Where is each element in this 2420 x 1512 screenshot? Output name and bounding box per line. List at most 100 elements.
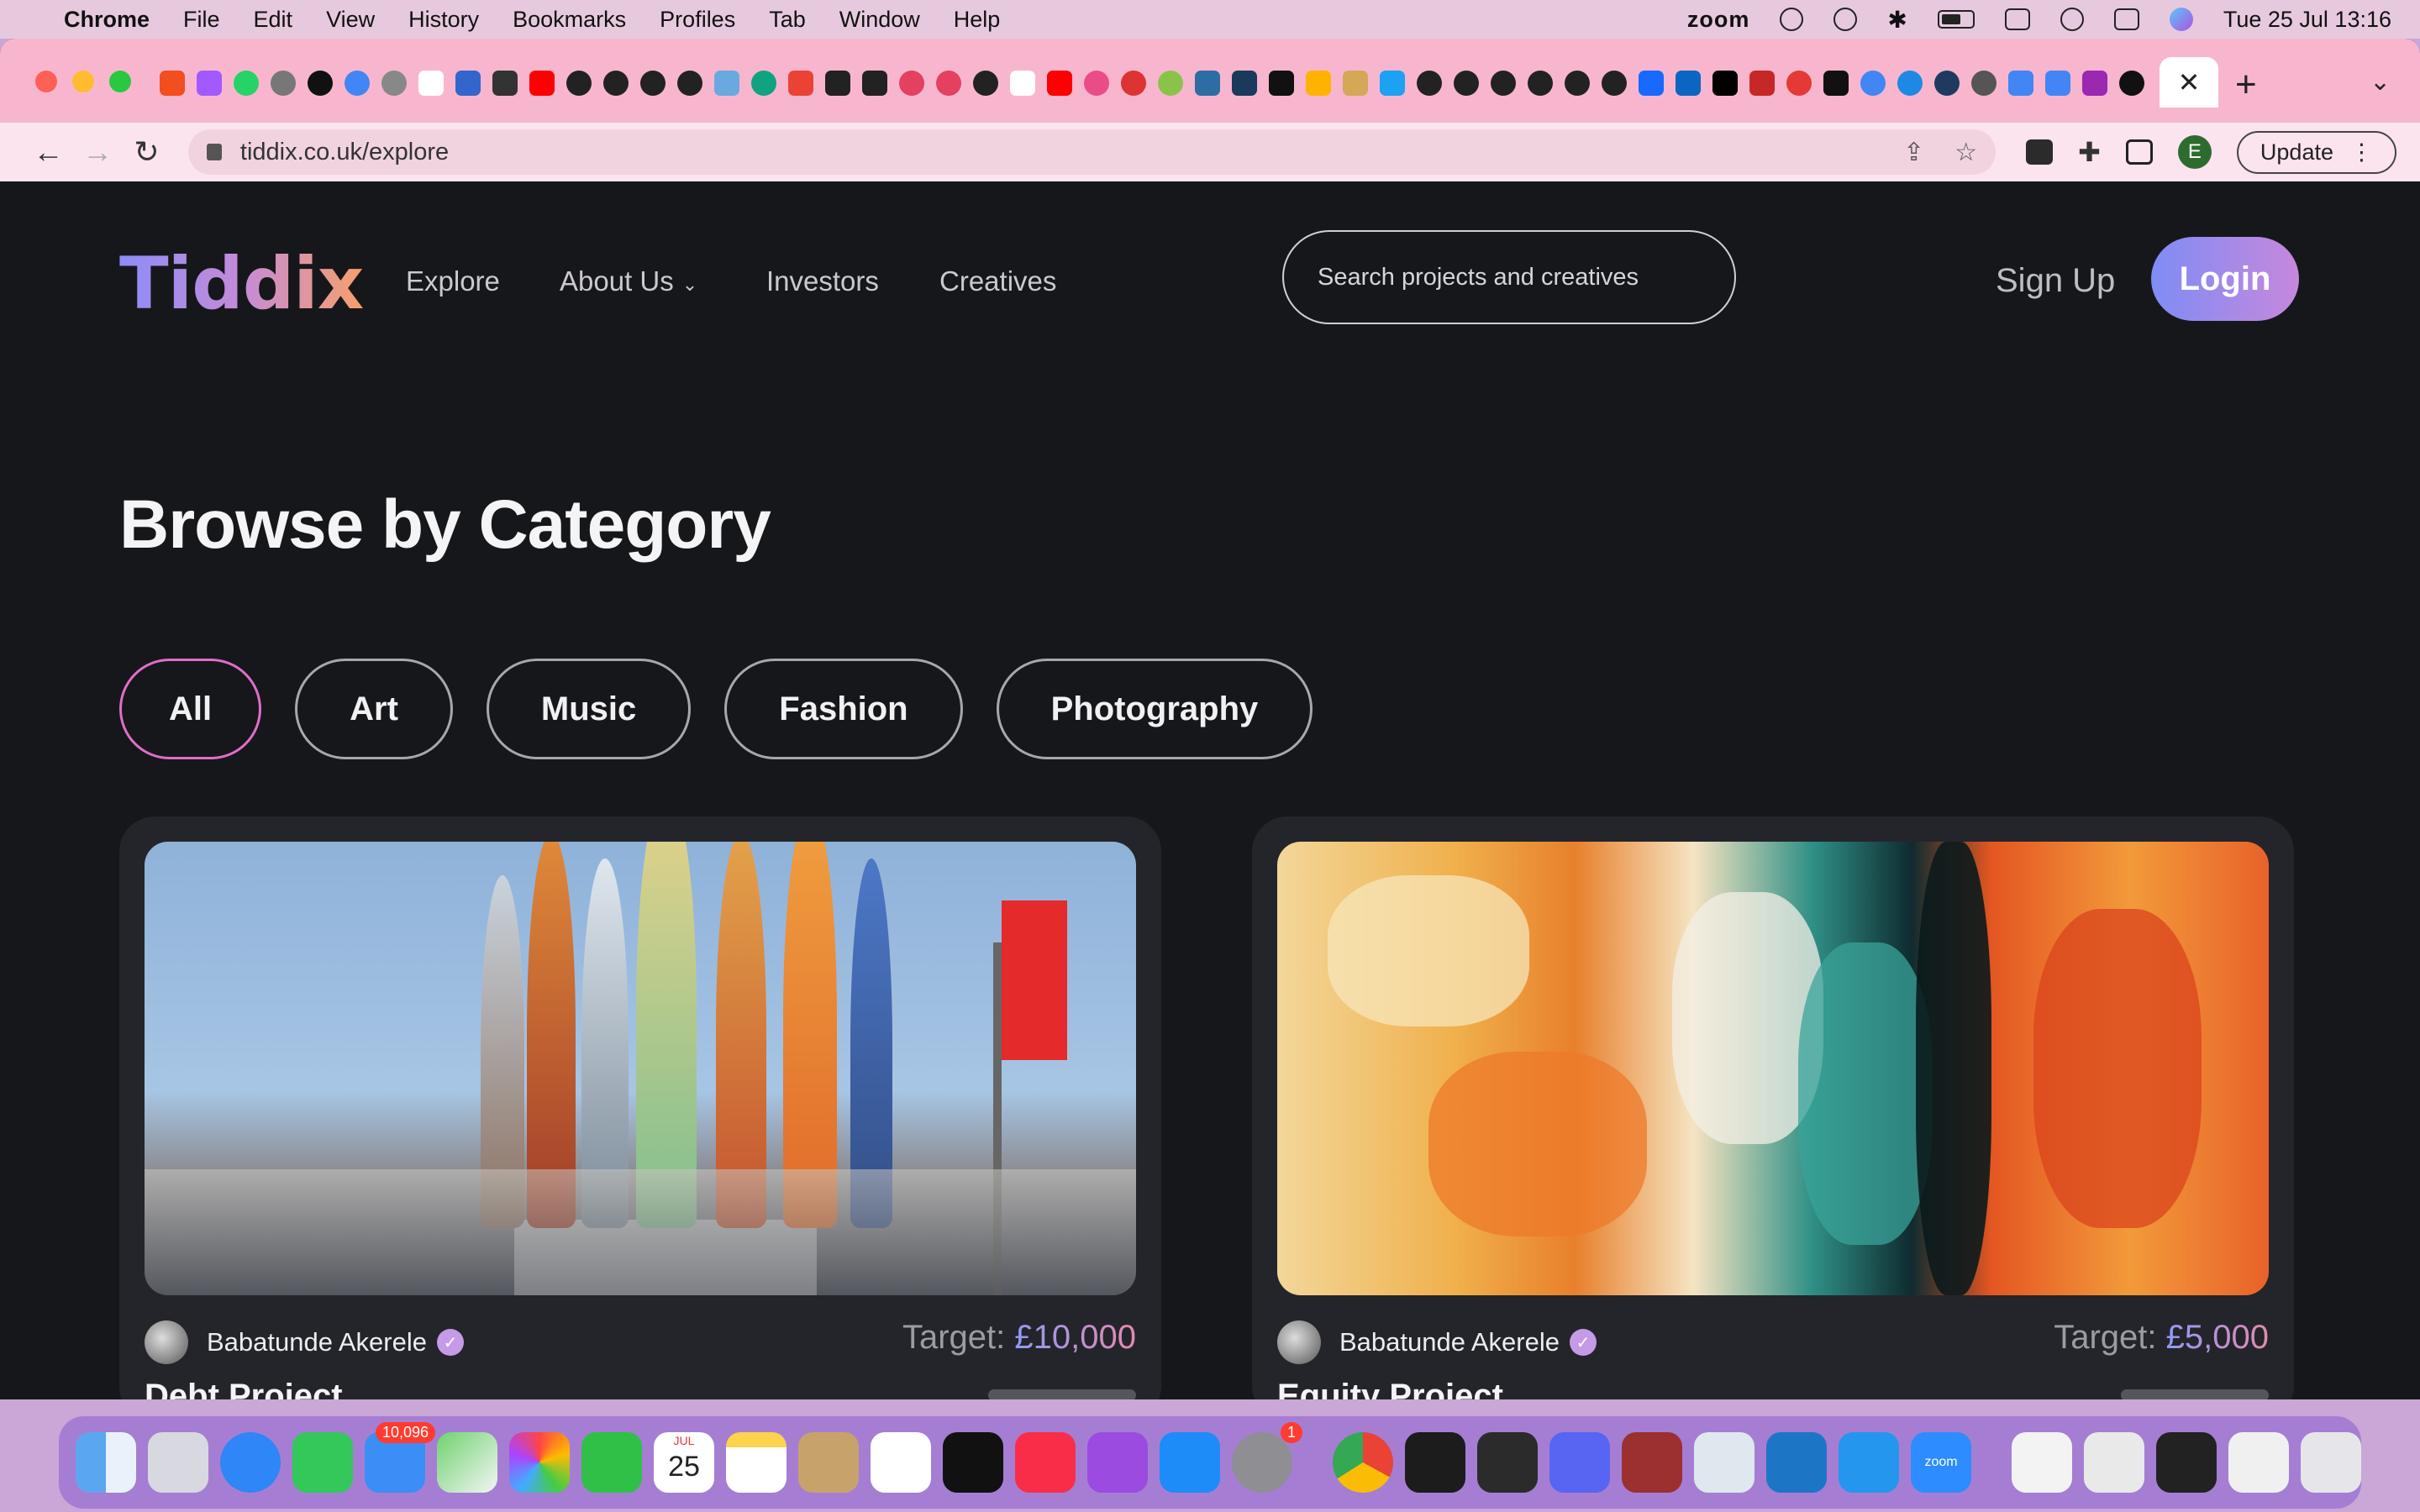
menu-help[interactable]: Help: [954, 7, 1001, 33]
tab-favicon[interactable]: [603, 71, 629, 96]
finder-icon[interactable]: [76, 1432, 136, 1493]
project-image[interactable]: [1277, 842, 2269, 1295]
project-title[interactable]: Debt Project: [145, 1378, 343, 1399]
side-panel-icon[interactable]: [2125, 139, 2153, 165]
address-bar[interactable]: tiddix.co.uk/explore ⇪ ☆: [187, 129, 1996, 175]
tab-favicon[interactable]: [1786, 71, 1812, 96]
photos-icon[interactable]: [509, 1432, 570, 1493]
app-store-icon[interactable]: [1160, 1432, 1220, 1493]
avatar[interactable]: [145, 1320, 188, 1364]
category-chip-fashion[interactable]: Fashion: [724, 659, 963, 759]
tab-favicon[interactable]: [308, 71, 333, 96]
bookmark-star-icon[interactable]: ☆: [1954, 138, 1977, 167]
category-chip-music[interactable]: Music: [486, 659, 692, 759]
menubar-clock[interactable]: Tue 25 Jul 13:16: [2223, 7, 2391, 33]
chrome-icon[interactable]: [1333, 1432, 1393, 1493]
tab-favicon[interactable]: [1306, 71, 1331, 96]
tab-favicon[interactable]: [788, 71, 813, 96]
new-tab-button[interactable]: +: [2235, 64, 2257, 106]
tab-favicon[interactable]: [1158, 71, 1183, 96]
tab-favicon[interactable]: [1343, 71, 1368, 96]
minimize-window-button[interactable]: [72, 71, 94, 92]
tab-favicon[interactable]: [1749, 71, 1775, 96]
menu-bookmarks[interactable]: Bookmarks: [513, 7, 626, 33]
nav-explore[interactable]: Explore: [406, 265, 500, 297]
siri-icon[interactable]: [2169, 8, 2193, 31]
document-stack-icon[interactable]: [2012, 1432, 2072, 1493]
control-center-icon[interactable]: [2113, 8, 2139, 30]
share-icon[interactable]: ⇪: [1903, 138, 1924, 167]
tab-favicon[interactable]: [1934, 71, 1960, 96]
zoom-icon[interactable]: zoom: [1911, 1432, 1971, 1493]
apple-tv-icon[interactable]: [943, 1432, 1003, 1493]
launchpad-icon[interactable]: [148, 1432, 208, 1493]
tab-favicon[interactable]: [492, 71, 518, 96]
tab-favicon[interactable]: [1010, 71, 1035, 96]
creator-name[interactable]: Babatunde Akerele: [1339, 1327, 1560, 1357]
document-stack-icon[interactable]: [2084, 1432, 2144, 1493]
menu-app-name[interactable]: Chrome: [64, 7, 150, 33]
maps-icon[interactable]: [437, 1432, 497, 1493]
tab-favicon[interactable]: [1639, 71, 1664, 96]
tab-favicon[interactable]: [899, 71, 924, 96]
puzzle-extensions-icon[interactable]: ✚: [2078, 136, 2101, 168]
profile-avatar[interactable]: E: [2177, 135, 2212, 169]
back-arrow-icon[interactable]: ←: [24, 134, 73, 170]
battery-icon[interactable]: [1937, 10, 1975, 29]
contacts-icon[interactable]: [798, 1432, 859, 1493]
dictionary-icon[interactable]: [1622, 1432, 1682, 1493]
tab-favicon[interactable]: [1269, 71, 1294, 96]
tab-favicon[interactable]: [2119, 71, 2144, 96]
tab-favicon[interactable]: [1565, 71, 1590, 96]
project-card[interactable]: Babatunde Akerele ✓ Target: £5,000 Equit…: [1252, 816, 2294, 1399]
close-tab-icon[interactable]: ✕: [2178, 66, 2201, 98]
tab-favicon[interactable]: [1454, 71, 1479, 96]
link-icon[interactable]: [2004, 8, 2030, 30]
tab-favicon[interactable]: [751, 71, 776, 96]
avatar[interactable]: [1277, 1320, 1321, 1364]
terminal-icon[interactable]: [1405, 1432, 1465, 1493]
tiddix-logo[interactable]: Tiddix: [119, 242, 364, 326]
tab-favicon[interactable]: [566, 71, 592, 96]
tab-favicon[interactable]: [640, 71, 666, 96]
trash-icon[interactable]: [2301, 1432, 2361, 1493]
creator-name[interactable]: Babatunde Akerele: [207, 1327, 427, 1357]
tab-search-chevron-icon[interactable]: ⌄: [2370, 67, 2391, 97]
active-tab[interactable]: ✕: [2160, 57, 2218, 108]
podcasts-icon[interactable]: [1087, 1432, 1148, 1493]
timer-icon[interactable]: [1780, 8, 1804, 31]
category-chip-photography[interactable]: Photography: [996, 659, 1313, 759]
tab-favicon[interactable]: [271, 71, 296, 96]
tab-favicon[interactable]: [197, 71, 222, 96]
spotlight-search-icon[interactable]: [2060, 8, 2084, 31]
menu-file[interactable]: File: [183, 7, 220, 33]
sign-up-link[interactable]: Sign Up: [1996, 262, 2115, 300]
tab-favicon[interactable]: [973, 71, 998, 96]
tab-favicon[interactable]: [714, 71, 739, 96]
tab-favicon[interactable]: [1491, 71, 1516, 96]
tab-favicon[interactable]: [1121, 71, 1146, 96]
menu-window[interactable]: Window: [839, 7, 920, 33]
downloads-stack-icon[interactable]: [2228, 1432, 2289, 1493]
reload-icon[interactable]: ↻: [122, 134, 171, 170]
tab-favicon[interactable]: [1971, 71, 1996, 96]
project-image[interactable]: [145, 842, 1136, 1295]
tab-favicon[interactable]: [862, 71, 887, 96]
tab-favicon[interactable]: [1380, 71, 1405, 96]
tab-favicon[interactable]: [1232, 71, 1257, 96]
category-chip-art[interactable]: Art: [295, 659, 453, 759]
music-icon[interactable]: [1015, 1432, 1076, 1493]
facetime-icon[interactable]: [581, 1432, 642, 1493]
tab-favicon[interactable]: [1860, 71, 1886, 96]
tab-favicon[interactable]: [160, 71, 185, 96]
menu-profiles[interactable]: Profiles: [660, 7, 735, 33]
docker-icon[interactable]: [1839, 1432, 1899, 1493]
screenshot-stack-icon[interactable]: [2156, 1432, 2217, 1493]
login-button[interactable]: Login: [2151, 237, 2299, 321]
tab-favicon[interactable]: [345, 71, 370, 96]
mail-icon[interactable]: 10,096: [365, 1422, 435, 1493]
menu-view[interactable]: View: [326, 7, 375, 33]
tab-favicon[interactable]: [529, 71, 555, 96]
lock-icon[interactable]: [206, 144, 222, 160]
tab-favicon[interactable]: [936, 71, 961, 96]
